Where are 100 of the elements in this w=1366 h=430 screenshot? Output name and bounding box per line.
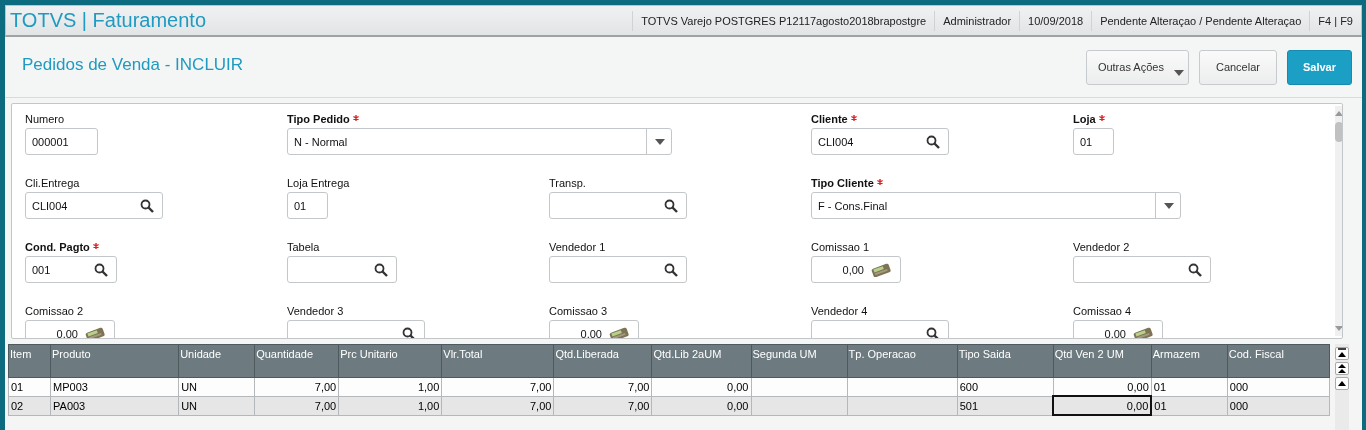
input-field[interactable]: 0,00 bbox=[25, 320, 115, 338]
field-value: CLI004 bbox=[818, 135, 855, 148]
column-header[interactable]: Cod. Fiscal bbox=[1227, 344, 1330, 378]
field-value: N - Normal bbox=[294, 135, 349, 148]
input-field[interactable]: CLI004 bbox=[811, 128, 949, 155]
field-label: Comissao 4 bbox=[1073, 304, 1132, 319]
column-header[interactable]: Qtd.Liberada bbox=[553, 344, 652, 378]
column-header[interactable]: Qtd Ven 2 UM bbox=[1053, 344, 1152, 378]
input-field[interactable]: 000001 bbox=[25, 128, 98, 155]
input-field[interactable]: 0,00 bbox=[811, 256, 901, 283]
input-field[interactable] bbox=[1073, 256, 1211, 283]
input-field[interactable]: 01 bbox=[1073, 128, 1114, 155]
input-field[interactable] bbox=[287, 256, 397, 283]
app-title: TOTVS | Faturamento bbox=[10, 9, 206, 32]
input-field[interactable]: 0,00 bbox=[1073, 320, 1163, 338]
input-field[interactable]: 0,00 bbox=[549, 320, 639, 338]
column-header[interactable]: Item bbox=[8, 344, 51, 378]
search-icon bbox=[140, 198, 154, 213]
dropdown-arrow-icon bbox=[655, 138, 665, 145]
field-value: CLI004 bbox=[32, 199, 69, 212]
field-label: Numero bbox=[25, 112, 65, 127]
input-field[interactable]: CLI004 bbox=[25, 192, 163, 219]
required-icon bbox=[1098, 115, 1105, 121]
field-label: Comissao 1 bbox=[811, 240, 870, 255]
dropdown-field[interactable]: N - Normal bbox=[287, 128, 672, 155]
column-header[interactable]: Prc Unitario bbox=[338, 344, 442, 378]
field-label: Vendedor 2 bbox=[1073, 240, 1130, 255]
field-value: 01 bbox=[294, 199, 308, 212]
column-header[interactable]: Vlr.Total bbox=[441, 344, 554, 378]
input-field[interactable] bbox=[549, 192, 687, 219]
actions-menu-button[interactable]: Outras Ações bbox=[1085, 49, 1189, 85]
field-label: Transp. bbox=[549, 176, 586, 191]
field-label: Vendedor 3 bbox=[287, 304, 344, 319]
grid-scroll-button[interactable] bbox=[1335, 347, 1349, 360]
status-info: 10/09/2018 bbox=[1019, 10, 1092, 31]
scroll-down-icon bbox=[1335, 326, 1342, 331]
calculator-icon bbox=[84, 326, 106, 338]
status-info: TOTVS Varejo POSTGRES P12117agosto2018brapostgre bbox=[632, 10, 935, 31]
status-info: F4 | F9 bbox=[1309, 10, 1361, 31]
status-info: Administrador bbox=[934, 10, 1020, 31]
input-field[interactable]: 01 bbox=[287, 192, 328, 219]
field-label: Tipo Cliente bbox=[811, 176, 883, 192]
field-value: 01 bbox=[1080, 135, 1094, 148]
required-icon bbox=[876, 179, 883, 185]
field-value: 0,00 bbox=[1103, 327, 1126, 338]
field-label: Cliente bbox=[811, 112, 857, 128]
calculator-icon bbox=[608, 326, 630, 338]
field-value: F - Cons.Final bbox=[818, 199, 889, 212]
search-icon bbox=[374, 262, 388, 277]
cancel-button[interactable]: Cancelar bbox=[1198, 49, 1277, 85]
column-header[interactable]: Produto bbox=[50, 344, 179, 378]
column-header[interactable]: Unidade bbox=[178, 344, 255, 378]
field-label: Vendedor 4 bbox=[811, 304, 868, 319]
required-icon bbox=[352, 115, 359, 121]
grid-scroll-button[interactable] bbox=[1335, 377, 1349, 390]
field-label: Cond. Pagto bbox=[25, 240, 99, 256]
search-icon bbox=[664, 262, 678, 277]
field-label: Loja Entrega bbox=[287, 176, 350, 191]
field-label: Loja bbox=[1073, 112, 1105, 128]
field-label: Comissao 3 bbox=[549, 304, 608, 319]
scrollbar[interactable] bbox=[1335, 106, 1342, 336]
search-icon bbox=[94, 262, 108, 277]
required-icon bbox=[92, 243, 99, 249]
caret-icon bbox=[1173, 69, 1184, 76]
page-title: Pedidos de Venda - INCLUIR bbox=[22, 55, 244, 75]
field-value: 0,00 bbox=[579, 327, 602, 338]
table-row[interactable]: 02 PA003 UN 7,00 1,00 7,00 7,00 0,00 501 0,00 01 000 bbox=[8, 396, 1330, 415]
scroll-thumb[interactable] bbox=[1335, 122, 1342, 142]
column-header[interactable]: Armazem bbox=[1151, 344, 1228, 378]
column-header[interactable]: Qtd.Lib 2aUM bbox=[651, 344, 751, 378]
grid-scroll-button[interactable] bbox=[1335, 362, 1349, 375]
column-header[interactable]: Tp. Operacao bbox=[847, 344, 958, 378]
field-value: 0,00 bbox=[55, 327, 78, 338]
scroll-up-icon bbox=[1335, 111, 1342, 116]
calculator-icon bbox=[1132, 326, 1154, 338]
field-label: Tipo Pedido bbox=[287, 112, 359, 128]
input-field[interactable]: 001 bbox=[25, 256, 117, 283]
calculator-icon bbox=[870, 262, 892, 277]
search-icon bbox=[402, 326, 416, 338]
column-header[interactable]: Segunda UM bbox=[751, 344, 848, 378]
search-icon bbox=[926, 134, 940, 149]
column-header[interactable]: Quantidade bbox=[254, 344, 339, 378]
dropdown-arrow-icon bbox=[1164, 202, 1174, 209]
search-icon bbox=[664, 198, 678, 213]
field-value: 0,00 bbox=[841, 263, 864, 276]
field-value: 001 bbox=[32, 263, 52, 276]
input-field[interactable] bbox=[549, 256, 687, 283]
column-header[interactable]: Tipo Saida bbox=[957, 344, 1054, 378]
search-icon bbox=[1188, 262, 1202, 277]
field-value: 000001 bbox=[32, 135, 70, 148]
field-label: Tabela bbox=[287, 240, 320, 255]
required-icon bbox=[850, 115, 857, 121]
field-label: Comissao 2 bbox=[25, 304, 84, 319]
dropdown-field[interactable]: F - Cons.Final bbox=[811, 192, 1181, 219]
search-icon bbox=[926, 326, 940, 338]
field-label: Cli.Entrega bbox=[25, 176, 80, 191]
field-label: Vendedor 1 bbox=[549, 240, 606, 255]
page-up-icon bbox=[1337, 363, 1347, 374]
table-row[interactable]: 01 MP003 UN 7,00 1,00 7,00 7,00 0,00 600 0,00 01 000 bbox=[8, 377, 1330, 396]
scroll-top-icon bbox=[1337, 348, 1347, 359]
